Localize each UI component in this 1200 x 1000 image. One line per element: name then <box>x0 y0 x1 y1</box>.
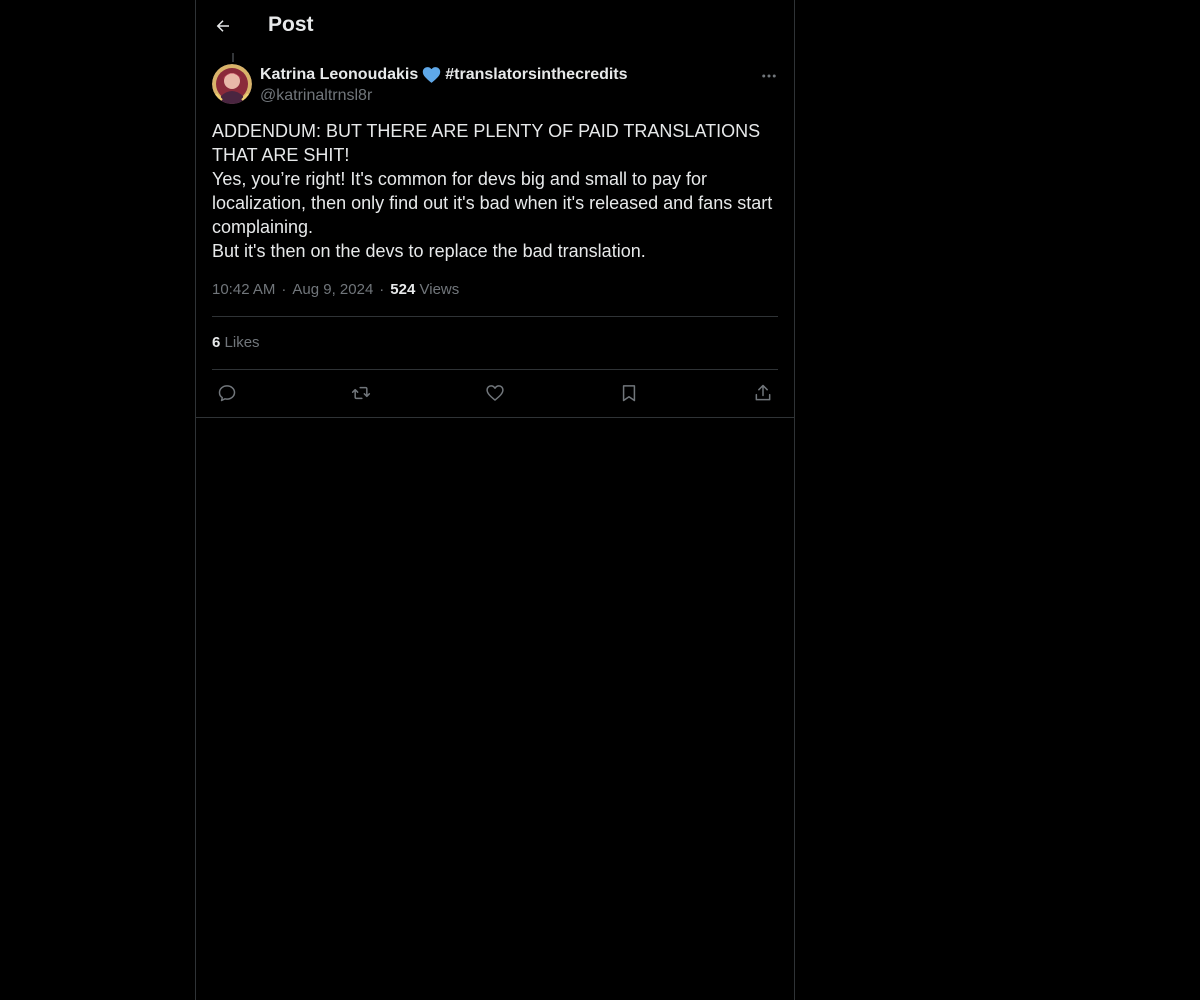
divider <box>196 417 794 418</box>
bookmark-button[interactable] <box>616 380 642 406</box>
avatar[interactable] <box>212 64 252 104</box>
thread-connector-line <box>232 53 234 62</box>
reply-icon <box>218 385 236 402</box>
reply-button[interactable] <box>214 380 240 406</box>
more-horizontal-icon <box>762 74 776 78</box>
back-button[interactable] <box>210 12 236 40</box>
likes-label: Likes <box>224 334 260 351</box>
heart-icon <box>486 385 504 401</box>
action-bar <box>212 380 778 406</box>
post-paragraph: But it's then on the devs to replace the… <box>212 241 646 261</box>
post-detail-column: Post Katrina Leonoudakis #translatorsint… <box>195 0 795 1000</box>
author-hashtag: #translatorsinthecredits <box>445 66 628 83</box>
avatar-image <box>212 64 252 104</box>
divider <box>212 316 778 317</box>
more-options-button[interactable] <box>757 64 781 88</box>
arrow-left-icon <box>216 20 229 32</box>
views-label: Views <box>419 281 460 298</box>
post-text: ADDENDUM: BUT THERE ARE PLENTY OF PAID T… <box>212 119 778 263</box>
like-button[interactable] <box>482 380 508 406</box>
author-handle[interactable]: @katrinaltrnsl8r <box>260 86 760 106</box>
author-name[interactable]: Katrina Leonoudakis <box>260 64 418 86</box>
repost-button[interactable] <box>348 380 374 406</box>
post-date[interactable]: Aug 9, 2024 <box>292 281 373 298</box>
blue-heart-icon <box>422 66 441 84</box>
page-header: Post <box>196 0 794 53</box>
post-paragraph: Yes, you’re right! It's common for devs … <box>212 169 773 237</box>
author-block: Katrina Leonoudakis #translatorsinthecre… <box>260 64 760 106</box>
post-meta: 10:42 AM · Aug 9, 2024 · 524 Views <box>212 280 459 300</box>
meta-separator: · <box>379 281 385 298</box>
page-title: Post <box>268 13 314 36</box>
likes-count: 6 <box>212 334 221 351</box>
meta-separator: · <box>281 281 287 298</box>
post-time[interactable]: 10:42 AM <box>212 281 275 298</box>
share-button[interactable] <box>750 380 776 406</box>
views-count: 524 <box>390 281 416 298</box>
likes-summary[interactable]: 6 Likes <box>212 333 260 353</box>
divider <box>212 369 778 370</box>
share-icon <box>755 384 771 401</box>
repost-icon <box>351 386 371 400</box>
post-paragraph: ADDENDUM: BUT THERE ARE PLENTY OF PAID T… <box>212 121 761 165</box>
bookmark-icon <box>622 385 636 402</box>
